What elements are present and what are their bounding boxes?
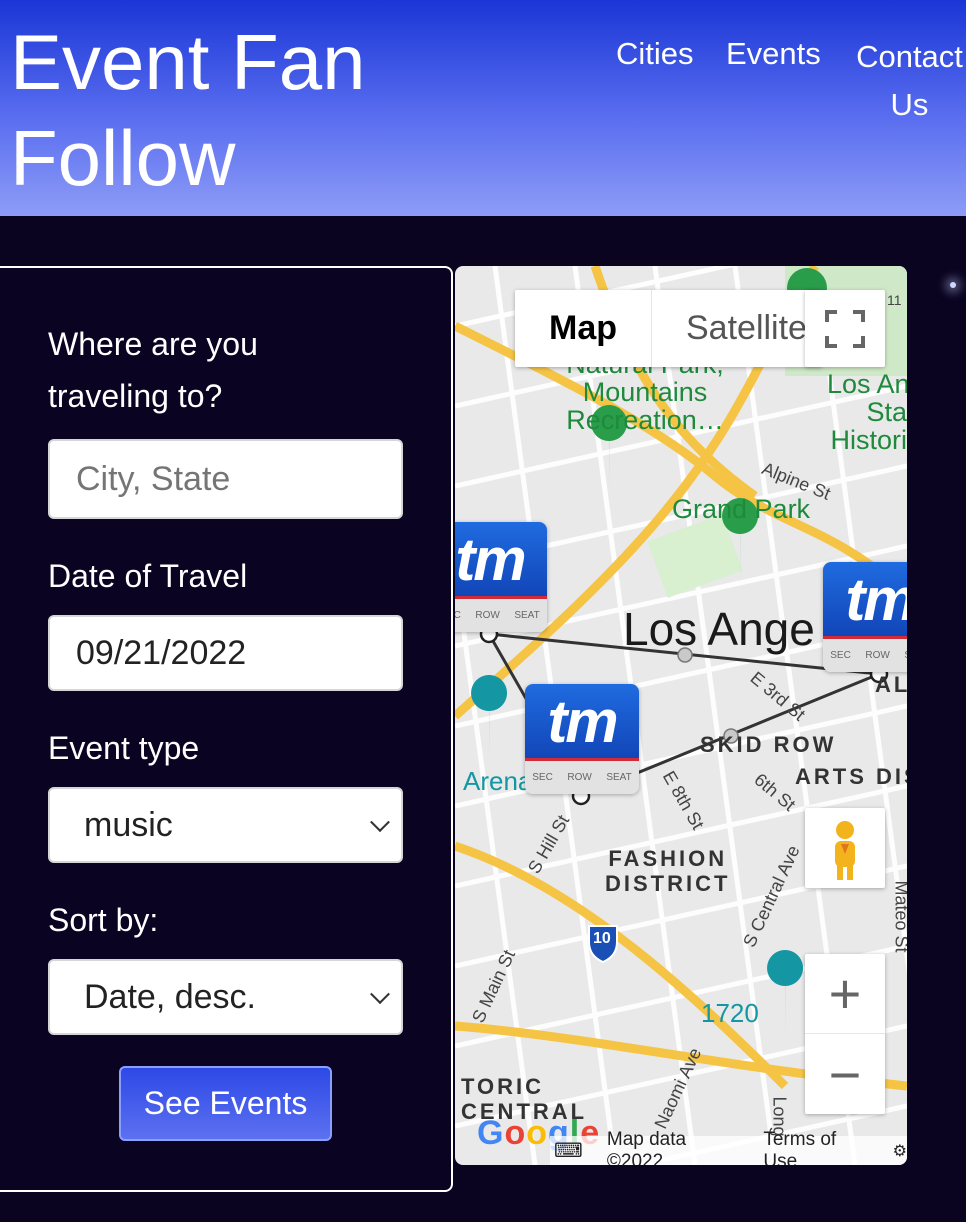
fullscreen-button[interactable] bbox=[805, 290, 885, 367]
site-header: Event Fan Follow Cities Events Contact U… bbox=[0, 0, 966, 216]
map-type-control: Map Satellite bbox=[515, 290, 822, 367]
map-type-map-button[interactable]: Map bbox=[515, 290, 652, 367]
nav-cities[interactable]: Cities bbox=[616, 36, 694, 72]
date-label: Date of Travel bbox=[48, 558, 248, 594]
map-type-satellite-button[interactable]: Satellite bbox=[652, 290, 822, 367]
map-label-grand-park: Grand Park bbox=[672, 494, 811, 524]
map-view[interactable]: Natural Park, Mountains Recreation… Gran… bbox=[455, 266, 907, 1165]
search-panel: Where are you traveling to? Date of Trav… bbox=[0, 266, 453, 1192]
sort-select[interactable]: Date, desc. bbox=[48, 959, 403, 1035]
brand-title[interactable]: Event Fan Follow bbox=[10, 14, 430, 206]
chevron-down-icon bbox=[370, 812, 390, 833]
interstate-10: 10 bbox=[593, 930, 611, 947]
map-label-fashion: FASHION DISTRICT bbox=[605, 846, 731, 896]
nav-contact-us[interactable]: Contact Us bbox=[853, 33, 966, 129]
zoom-in-button[interactable]: + bbox=[805, 954, 885, 1034]
map-label-arena: Arena bbox=[463, 766, 533, 796]
map-label-city: Los Ange bbox=[623, 603, 815, 655]
chevron-down-icon bbox=[370, 984, 390, 1005]
pegman-icon bbox=[835, 821, 855, 880]
sort-label: Sort by: bbox=[48, 902, 159, 938]
event-type-value: music bbox=[84, 805, 173, 844]
event-marker[interactable]: tm SECROWSEAT bbox=[455, 522, 547, 632]
zoom-out-button[interactable]: − bbox=[805, 1034, 885, 1114]
zoom-control: + − bbox=[805, 954, 885, 1114]
event-type-label: Event type bbox=[48, 730, 200, 766]
event-marker[interactable]: tm SECROWSEAT bbox=[525, 684, 639, 794]
theater-pin-icon bbox=[767, 950, 804, 1038]
fullscreen-icon bbox=[825, 310, 865, 348]
date-input[interactable]: 09/21/2022 bbox=[48, 615, 403, 691]
map-attribution: ⌨ Map data ©2022 Terms of Use ⚙ bbox=[550, 1129, 907, 1165]
background-star bbox=[950, 282, 956, 288]
map-label-alis: ALIS bbox=[875, 672, 907, 697]
nav-events[interactable]: Events bbox=[726, 36, 821, 72]
map-label-mateo: Mateo St bbox=[891, 880, 907, 953]
sort-value: Date, desc. bbox=[84, 977, 256, 1016]
map-label-1720: 1720 bbox=[701, 998, 759, 1028]
map-label-skid-row: SKID ROW bbox=[700, 732, 837, 757]
event-type-select[interactable]: music bbox=[48, 787, 403, 863]
report-bug-icon[interactable]: ⚙ bbox=[893, 1141, 907, 1161]
event-marker[interactable]: tm SECROWSEAT bbox=[823, 562, 907, 672]
keyboard-icon[interactable]: ⌨ bbox=[554, 1138, 583, 1163]
street-view-pegman-button[interactable] bbox=[805, 808, 885, 888]
map-data-text: Map data ©2022 bbox=[606, 1128, 687, 1166]
map-label-arts-district: ARTS DIS bbox=[795, 764, 907, 789]
terms-link[interactable]: Terms of Use bbox=[763, 1129, 868, 1166]
see-events-button[interactable]: See Events bbox=[119, 1066, 332, 1141]
interstate-11: 11 bbox=[887, 292, 902, 308]
map-label-historic: Los An Sta Histori bbox=[827, 369, 907, 455]
destination-input[interactable] bbox=[48, 439, 403, 519]
destination-label: Where are you traveling to? bbox=[48, 326, 258, 414]
